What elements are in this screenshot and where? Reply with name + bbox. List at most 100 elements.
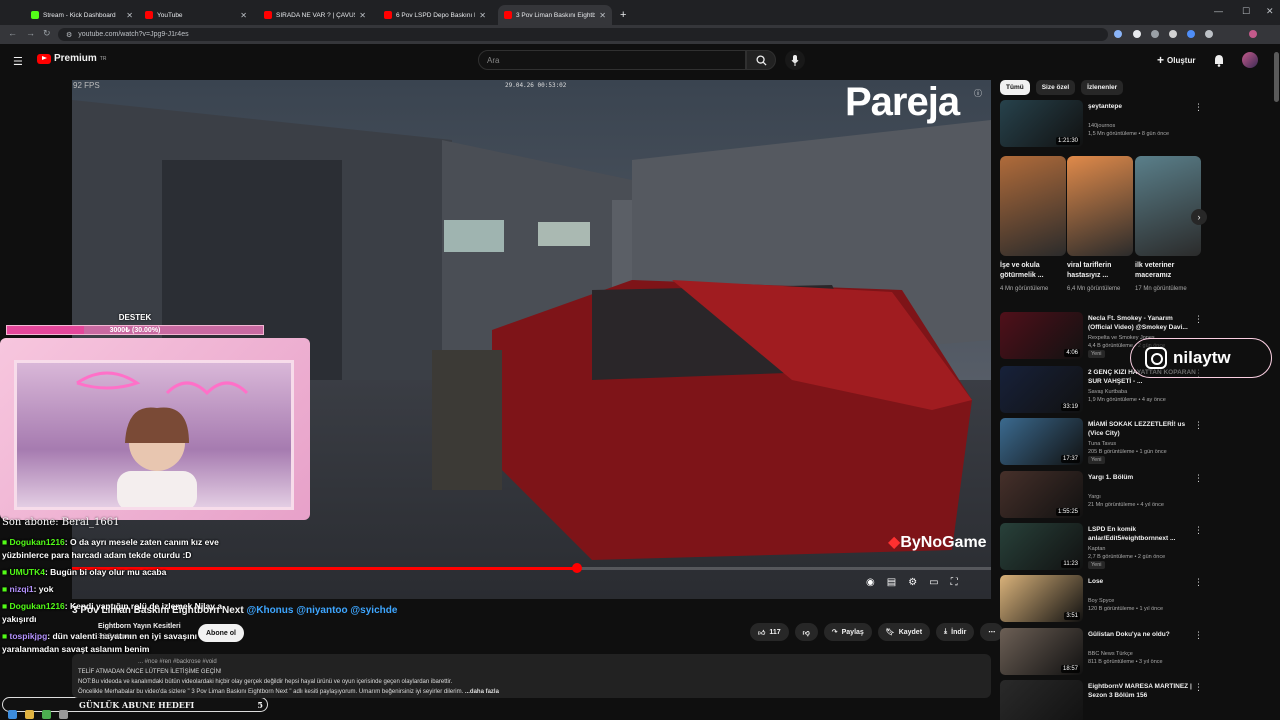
rec-title[interactable]: EightbornV MARESA MARTINEZ | Sezon 3 Böl…: [1088, 682, 1198, 700]
short-thumbnail[interactable]: [1067, 156, 1133, 256]
video-thumbnail[interactable]: 17:37: [1000, 418, 1083, 465]
rec-channel[interactable]: Kaptan: [1088, 545, 1203, 553]
video-thumbnail[interactable]: 33:19: [1000, 366, 1083, 413]
rec-channel[interactable]: Boy Spyce: [1088, 597, 1203, 605]
save-button[interactable]: 🔖︎ Kaydet: [877, 623, 931, 641]
description-box[interactable]: ... #nce #ren #backrose #void TELİF ATMA…: [72, 654, 991, 698]
rec-channel[interactable]: Yargı: [1088, 493, 1203, 501]
extension-icon[interactable]: [1187, 30, 1195, 38]
share-button[interactable]: ↷ Paylaş: [823, 623, 872, 641]
extension-icon[interactable]: [1169, 30, 1177, 38]
scrollbar-thumb[interactable]: [1274, 52, 1279, 102]
close-tab-icon[interactable]: ✕: [126, 11, 133, 20]
browser-tab[interactable]: 3 Pov Liman Baskını Eightborn I✕: [498, 5, 612, 25]
notifications-bell-icon[interactable]: [1213, 54, 1225, 67]
more-vert-icon[interactable]: ⋮: [1194, 682, 1203, 693]
download-button[interactable]: ⤓ İndir: [936, 623, 975, 641]
file-explorer-icon[interactable]: [25, 709, 34, 719]
more-vert-icon[interactable]: ⋮: [1194, 314, 1203, 325]
show-more-link[interactable]: ...daha fazla: [465, 689, 499, 695]
subscribe-button[interactable]: Abone ol: [198, 624, 244, 642]
forward-icon[interactable]: →: [26, 28, 35, 38]
close-tab-icon[interactable]: ✕: [599, 11, 606, 20]
rec-title[interactable]: Lose: [1088, 577, 1198, 586]
next-arrow-icon[interactable]: ›: [1191, 209, 1207, 225]
app-icon[interactable]: [59, 709, 68, 719]
close-tab-icon[interactable]: ✕: [359, 11, 366, 20]
site-info-icon[interactable]: ⚙: [66, 31, 72, 39]
extension-icon[interactable]: [1151, 30, 1159, 38]
more-vert-icon[interactable]: ⋮: [1194, 420, 1203, 431]
rec-channel[interactable]: 140journos: [1088, 122, 1203, 130]
rec-title[interactable]: şeytantepe: [1088, 102, 1198, 111]
short-title[interactable]: İşe ve okula götürmelik ...: [1000, 261, 1066, 281]
chat-username[interactable]: nizqi1: [10, 584, 34, 594]
miniplayer-icon[interactable]: ▭: [929, 577, 938, 588]
like-button[interactable]: 👍︎ 117: [750, 623, 789, 641]
extension-icon[interactable]: [1133, 30, 1141, 38]
rec-channel[interactable]: Tuna Tavus: [1088, 440, 1203, 448]
chat-username[interactable]: Dogukan1216: [10, 537, 65, 547]
reload-icon[interactable]: ↻: [43, 28, 51, 39]
browser-tab[interactable]: 6 Pov LSPD Depo Baskını Eight ✕: [378, 5, 492, 25]
windows-start-icon[interactable]: [8, 709, 17, 719]
youtube-logo[interactable]: Premium TR: [37, 53, 106, 64]
rec-title[interactable]: Gülistan Doku'ya ne oldu?: [1088, 630, 1198, 639]
short-thumbnail[interactable]: [1000, 156, 1066, 256]
browser-tab[interactable]: Stream - Kick Dashboard ✕: [25, 5, 139, 25]
scrubber-handle[interactable]: [571, 563, 582, 573]
profile-icon[interactable]: [1249, 30, 1257, 38]
chrome-icon[interactable]: [42, 709, 51, 719]
more-vert-icon[interactable]: ⋮: [1194, 630, 1203, 641]
search-input[interactable]: Ara: [478, 50, 746, 70]
url-field[interactable]: ⚙ youtube.com/watch?v=Jpg9-J1r4es: [58, 28, 1108, 41]
rec-channel[interactable]: Savaş Kurtbaba: [1088, 388, 1203, 396]
video-mentions[interactable]: @Khonus @niyantoo @syichde: [246, 605, 397, 616]
video-thumbnail[interactable]: 11:23: [1000, 523, 1083, 570]
rec-title[interactable]: Yargı 1. Bölüm: [1088, 473, 1198, 482]
rec-channel[interactable]: BBC News Türkçe: [1088, 650, 1203, 658]
more-vert-icon[interactable]: ⋮: [1194, 102, 1203, 113]
close-tab-icon[interactable]: ✕: [479, 11, 486, 20]
search-button[interactable]: [746, 50, 776, 70]
close-window-icon[interactable]: ✕: [1266, 6, 1274, 17]
menu-icon[interactable]: ☰: [13, 55, 23, 68]
subtitles-icon[interactable]: ▤: [887, 577, 896, 588]
recommended-video[interactable]: 3:51 Lose Boy Spyce 120 B görüntüleme • 1 y…: [1000, 575, 1270, 625]
short-thumbnail[interactable]: [1135, 156, 1201, 256]
scrollbar[interactable]: [1273, 46, 1280, 720]
new-tab-button[interactable]: +: [614, 5, 632, 25]
video-thumbnail[interactable]: 18:57: [1000, 628, 1083, 675]
more-vert-icon[interactable]: ⋮: [1194, 473, 1203, 484]
maximize-icon[interactable]: ☐: [1242, 6, 1250, 17]
channel-name[interactable]: Eightborn Yayın Kesitleri: [98, 623, 181, 630]
back-icon[interactable]: ←: [8, 28, 17, 38]
short-title[interactable]: viral tariflerin hastasıyız ...: [1067, 261, 1133, 281]
extensions-puzzle-icon[interactable]: [1205, 30, 1213, 38]
recommended-video[interactable]: 1:21:30 şeytantepe 140journos 1,5 Mn görünt…: [1000, 100, 1270, 150]
close-tab-icon[interactable]: ✕: [240, 11, 247, 20]
recommended-video[interactable]: EightbornV MARESA MARTINEZ | Sezon 3 Böl…: [1000, 680, 1270, 720]
dislike-button[interactable]: 👎︎: [794, 623, 818, 641]
recommended-video[interactable]: 1:55:25 Yargı 1. Bölüm Yargı 21 Mn görüntül…: [1000, 471, 1270, 521]
voice-search-button[interactable]: [785, 50, 805, 70]
autoplay-toggle-icon[interactable]: ◉: [866, 577, 875, 588]
video-thumbnail[interactable]: 3:51: [1000, 575, 1083, 622]
filter-chip[interactable]: İzlenenler: [1081, 80, 1124, 95]
extension-icon[interactable]: [1114, 30, 1122, 38]
more-vert-icon[interactable]: ⋮: [1194, 525, 1203, 536]
recommended-video[interactable]: 18:57 Gülistan Doku'ya ne oldu? BBC News T…: [1000, 628, 1270, 678]
recommended-video[interactable]: 17:37 MİAMİ SOKAK LEZZETLERİ! us (Vice Ci…: [1000, 418, 1270, 468]
settings-gear-icon[interactable]: ⚙: [908, 577, 917, 588]
short-title[interactable]: ilk veteriner maceramız: [1135, 261, 1201, 281]
rec-title[interactable]: Necla Ft. Smokey - Yanarım (Official Vid…: [1088, 314, 1198, 332]
chat-username[interactable]: UMUTK4: [10, 567, 45, 577]
rec-title[interactable]: LSPD En komik anlar/Edit5#eightbornnext …: [1088, 525, 1198, 543]
more-vert-icon[interactable]: ⋮: [1194, 577, 1203, 588]
avatar[interactable]: [1242, 52, 1258, 68]
chat-username[interactable]: tospikjpg: [10, 631, 48, 641]
fullscreen-icon[interactable]: ⛶: [951, 577, 958, 588]
minimize-icon[interactable]: —: [1214, 6, 1223, 16]
video-thumbnail[interactable]: 1:21:30: [1000, 100, 1083, 147]
filter-chip[interactable]: Tümü: [1000, 80, 1030, 95]
